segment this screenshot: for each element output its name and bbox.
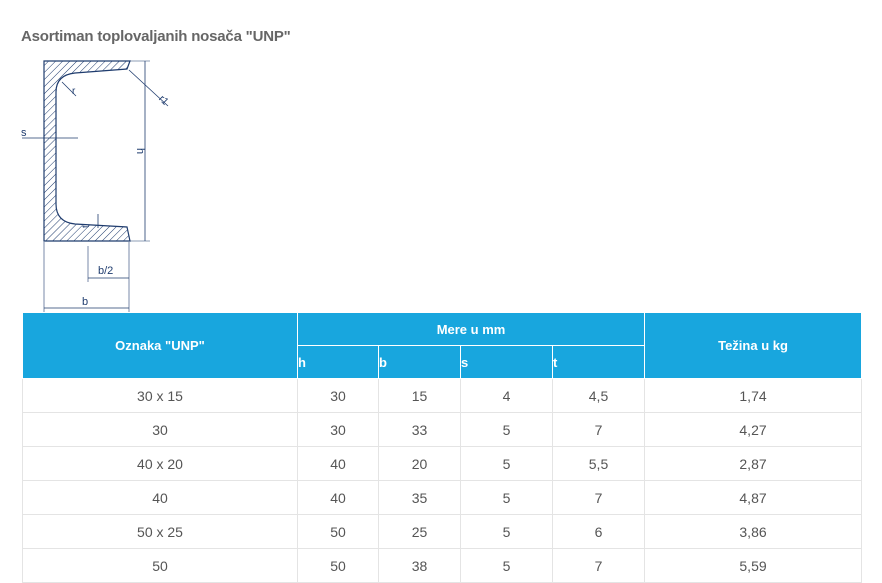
table-row: 40 x 20 40 20 5 5,5 2,87 <box>22 446 863 481</box>
cell-h: 30 <box>297 412 379 447</box>
cell-t: 7 <box>551 412 646 447</box>
table-row: 30 30 33 5 7 4,27 <box>22 412 863 447</box>
cell-h: 50 <box>297 514 379 549</box>
cell-h: 40 <box>297 480 379 515</box>
cell-s: 5 <box>460 548 553 583</box>
cell-tezina: 4,87 <box>644 480 863 515</box>
h-label: h <box>134 148 146 154</box>
cell-oznaka: 50 x 25 <box>22 514 298 549</box>
cell-h: 50 <box>297 548 379 583</box>
s-label: s <box>21 127 27 139</box>
header-oznaka: Oznaka "UNP" <box>22 312 298 379</box>
table-row: 30 x 15 30 15 4 4,5 1,74 <box>22 378 863 413</box>
cell-t: 5,5 <box>551 446 646 481</box>
cell-h: 40 <box>297 446 379 481</box>
unp-profile-diagram: h r1 r s t b/2 b <box>21 60 171 312</box>
b-label: b <box>82 296 88 308</box>
header-b: b <box>378 345 461 379</box>
page-title: Asortiman toplovaljanih nosača "UNP" <box>21 28 291 45</box>
cell-tezina: 3,86 <box>644 514 863 549</box>
cell-oznaka: 40 x 20 <box>22 446 298 481</box>
cell-tezina: 2,87 <box>644 446 863 481</box>
cell-s: 5 <box>460 412 553 447</box>
cell-b: 15 <box>378 378 461 413</box>
cell-oznaka: 30 <box>22 412 298 447</box>
cell-s: 5 <box>460 480 553 515</box>
cell-b: 25 <box>378 514 461 549</box>
cell-b: 35 <box>378 480 461 515</box>
cell-oznaka: 30 x 15 <box>22 378 298 413</box>
cell-oznaka: 40 <box>22 480 298 515</box>
cell-s: 5 <box>460 446 553 481</box>
header-mere: Mere u mm <box>296 312 646 346</box>
table-row: 40 40 35 5 7 4,87 <box>22 480 863 515</box>
cell-tezina: 5,59 <box>644 548 863 583</box>
cell-t: 7 <box>551 480 646 515</box>
cell-b: 33 <box>378 412 461 447</box>
unp-assortment-table: Oznaka "UNP" Mere u mm Težina u kg h b s… <box>22 312 863 583</box>
header-tezina: Težina u kg <box>644 312 863 379</box>
r1-label: r1 <box>156 94 170 108</box>
cell-h: 30 <box>297 378 379 413</box>
cell-b: 20 <box>378 446 461 481</box>
channel-section-shape <box>43 60 131 242</box>
cell-t: 7 <box>551 548 646 583</box>
cell-t: 6 <box>551 514 646 549</box>
table-row: 50 x 25 50 25 5 6 3,86 <box>22 514 863 549</box>
b-half-label: b/2 <box>98 265 113 277</box>
table-row: 50 50 38 5 7 5,59 <box>22 548 863 583</box>
cell-tezina: 4,27 <box>644 412 863 447</box>
cell-b: 38 <box>378 548 461 583</box>
header-h: h <box>297 345 379 379</box>
cell-s: 5 <box>460 514 553 549</box>
cell-tezina: 1,74 <box>644 378 863 413</box>
header-s: s <box>460 345 553 379</box>
header-t: t <box>551 345 646 379</box>
cell-s: 4 <box>460 378 553 413</box>
cell-t: 4,5 <box>551 378 646 413</box>
cell-oznaka: 50 <box>22 548 298 583</box>
t-label: t <box>81 225 92 228</box>
